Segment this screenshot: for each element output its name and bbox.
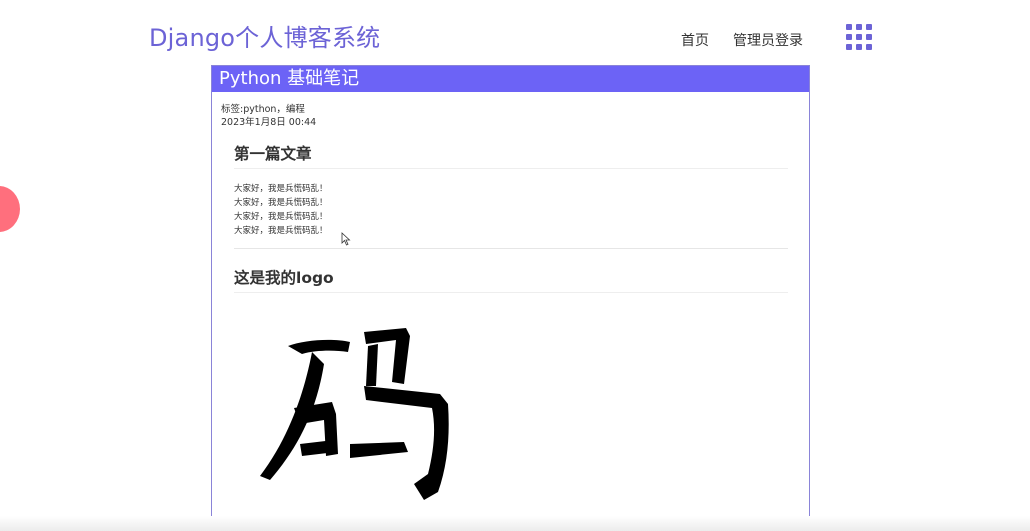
- article-tags: 标签:python，编程: [221, 104, 305, 115]
- grid-menu-icon[interactable]: [846, 24, 872, 50]
- page: Django个人博客系统 首页 管理员登录 Python 基础笔记 标签:pyt…: [0, 0, 1030, 531]
- nav-home-link[interactable]: 首页: [681, 30, 709, 50]
- article-title: Python 基础笔记: [212, 66, 809, 92]
- section-paragraph: 大家好，我是兵慌码乱！ 大家好，我是兵慌码乱！ 大家好，我是兵慌码乱！ 大家好，…: [234, 182, 788, 238]
- paragraph-line: 大家好，我是兵慌码乱！: [234, 212, 328, 222]
- paragraph-line: 大家好，我是兵慌码乱！: [234, 184, 328, 194]
- section-heading: 这是我的logo: [234, 266, 788, 293]
- section-heading: 第一篇文章: [234, 142, 788, 169]
- logo-image: [254, 324, 454, 504]
- divider: [234, 248, 788, 249]
- mouse-cursor-icon: [341, 232, 351, 246]
- article-date: 2023年1月8日 00:44: [221, 117, 317, 128]
- article-meta: 标签:python，编程 2023年1月8日 00:44: [212, 92, 809, 129]
- article-content: 第一篇文章 大家好，我是兵慌码乱！ 大家好，我是兵慌码乱！ 大家好，我是兵慌码乱…: [234, 142, 788, 293]
- calligraphy-logo: [260, 328, 449, 500]
- site-title[interactable]: Django个人博客系统: [149, 18, 380, 53]
- article-card: Python 基础笔记 标签:python，编程 2023年1月8日 00:44…: [211, 65, 810, 531]
- decorative-blob: [0, 186, 20, 232]
- paragraph-line: 大家好，我是兵慌码乱！: [234, 226, 328, 236]
- nav-admin-login-link[interactable]: 管理员登录: [733, 30, 803, 50]
- paragraph-line: 大家好，我是兵慌码乱！: [234, 198, 328, 208]
- bottom-shade: [0, 516, 1030, 531]
